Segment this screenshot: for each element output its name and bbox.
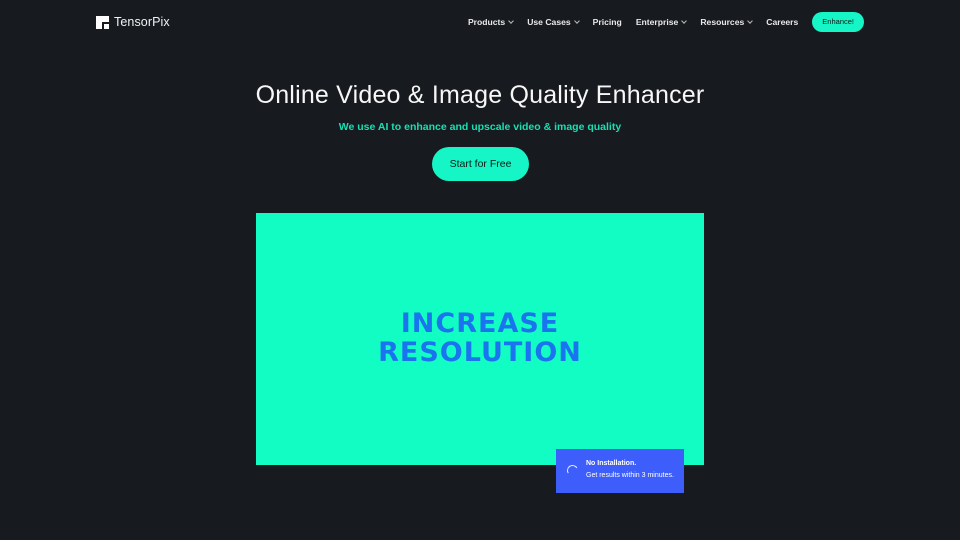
logo-text: TensorPix <box>114 15 170 29</box>
page-subtitle: We use AI to enhance and upscale video &… <box>338 121 622 133</box>
chevron-down-icon <box>573 18 580 24</box>
spinner-icon <box>565 463 580 478</box>
demo-line-1: INCREASE <box>400 308 560 339</box>
demo-video[interactable]: INCREASE RESOLUTION <box>256 213 704 465</box>
nav-item-label: Careers <box>766 17 799 27</box>
nav-item-label: Pricing <box>592 17 622 27</box>
nav-item-label: Products <box>467 17 506 27</box>
info-toast: No Installation. Get results within 3 mi… <box>556 449 684 493</box>
logo[interactable]: TensorPix <box>96 15 170 29</box>
chevron-down-icon <box>681 18 688 24</box>
start-for-free-button[interactable]: Start for Free <box>432 147 529 181</box>
chevron-down-icon <box>747 18 754 24</box>
tensorpix-logo-icon <box>96 15 109 29</box>
toast-message: Get results within 3 minutes. <box>586 472 674 479</box>
demo-video-caption: INCREASE RESOLUTION <box>256 309 704 367</box>
top-navigation: TensorPix Products Use Cases Pricing Ent… <box>0 0 960 44</box>
toast-title: No Installation. <box>586 460 637 467</box>
chevron-down-icon <box>508 18 515 24</box>
nav-item-enterprise[interactable]: Enterprise <box>635 17 688 27</box>
nav-item-products[interactable]: Products <box>467 17 515 27</box>
nav-item-label: Use Cases <box>527 17 571 27</box>
nav-item-use-cases[interactable]: Use Cases <box>527 17 580 27</box>
enhance-button[interactable]: Enhance! <box>812 12 864 32</box>
demo-line-2: RESOLUTION <box>378 337 582 368</box>
nav-item-careers[interactable]: Careers <box>766 17 798 27</box>
nav-item-resources[interactable]: Resources <box>700 17 754 27</box>
nav-menu: Products Use Cases Pricing Enterprise Re… <box>468 12 864 32</box>
nav-item-label: Enterprise <box>635 17 679 27</box>
nav-item-pricing[interactable]: Pricing <box>593 17 622 27</box>
page-title: Online Video & Image Quality Enhancer <box>255 81 705 109</box>
nav-item-label: Resources <box>700 17 745 27</box>
